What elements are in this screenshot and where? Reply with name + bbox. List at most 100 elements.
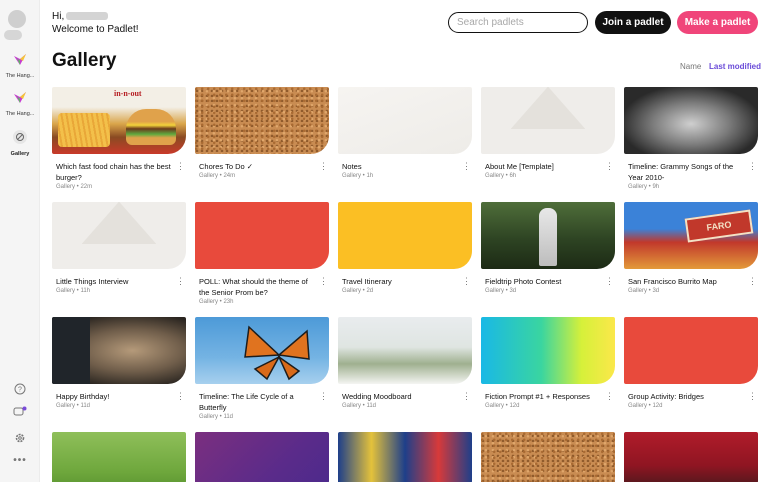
greeting: Hi, Welcome to Padlet! <box>52 10 139 36</box>
svg-text:?: ? <box>18 387 22 394</box>
card-meta: Gallery • 6h <box>485 173 517 179</box>
card-menu-icon[interactable]: ⋮ <box>319 276 328 286</box>
padlet-card[interactable]: FARO San Francisco Burrito Map ⋮ Gallery… <box>624 202 758 294</box>
card-meta: Gallery • 3d <box>628 288 660 294</box>
padlet-card[interactable]: Group Activity: Bridges ⋮ Gallery • 12d <box>624 317 758 409</box>
notifications-button[interactable] <box>0 405 40 423</box>
card-menu-icon[interactable]: ⋮ <box>605 161 614 171</box>
card-title: About Me [Template] <box>485 162 554 171</box>
card-thumbnail: FARO <box>624 202 758 269</box>
sidebar-item-gallery[interactable]: Gallery <box>0 130 40 157</box>
card-meta: Gallery • 11d <box>56 403 91 409</box>
join-padlet-button[interactable]: Join a padlet <box>595 11 671 34</box>
card-thumbnail <box>481 432 615 482</box>
sort-by-last-modified[interactable]: Last modified <box>709 62 761 71</box>
card-thumbnail <box>338 87 472 154</box>
card-menu-icon[interactable]: ⋮ <box>748 276 757 286</box>
statue-image <box>539 208 557 266</box>
sidebar: The Hang... The Hang... Gallery ? ••• <box>0 0 40 482</box>
card-title: Timeline: The Life Cycle of a Butterfly <box>199 392 294 412</box>
card-thumbnail <box>338 317 472 384</box>
card-menu-icon[interactable]: ⋮ <box>462 161 471 171</box>
more-icon: ••• <box>13 455 27 466</box>
card-meta: Gallery • 2d <box>342 288 374 294</box>
card-meta: Gallery • 1h <box>342 173 374 179</box>
card-menu-icon[interactable]: ⋮ <box>462 391 471 401</box>
card-menu-icon[interactable]: ⋮ <box>176 161 185 171</box>
card-thumbnail <box>195 202 329 269</box>
card-menu-icon[interactable]: ⋮ <box>748 391 757 401</box>
padlet-card[interactable]: Travel Itinerary ⋮ Gallery • 2d <box>338 202 472 294</box>
card-title: POLL: What should the theme of the Senio… <box>199 277 308 297</box>
card-menu-icon[interactable]: ⋮ <box>176 391 185 401</box>
card-thumbnail <box>338 202 472 269</box>
card-meta: Gallery • 11d <box>199 414 234 420</box>
card-meta: Gallery • 23h <box>199 299 234 305</box>
card-title: Fiction Prompt #1 + Responses <box>485 392 590 401</box>
sidebar-item-hangout-1[interactable]: The Hang... <box>0 52 40 79</box>
padlet-card[interactable]: Timeline: The Life Cycle of a Butterfly … <box>195 317 329 420</box>
card-title: Which fast food chain has the best burge… <box>56 162 171 182</box>
sort-by-name[interactable]: Name <box>680 62 701 71</box>
sidebar-item-hangout-2[interactable]: The Hang... <box>0 90 40 117</box>
padlet-card[interactable]: POLL: What should the theme of the Senio… <box>195 202 329 305</box>
padlet-card[interactable] <box>52 432 186 482</box>
card-meta: Gallery • 11h <box>56 288 91 294</box>
card-title: Group Activity: Bridges <box>628 392 704 401</box>
card-thumbnail <box>195 317 329 384</box>
settings-button[interactable] <box>0 431 40 449</box>
padlet-bird-icon <box>14 92 26 103</box>
search-input[interactable] <box>448 12 588 33</box>
card-meta: Gallery • 12d <box>485 403 520 409</box>
sidebar-item-label: Gallery <box>10 151 30 157</box>
notifications-icon <box>13 406 27 416</box>
padlet-card[interactable]: Happy Birthday! ⋮ Gallery • 11d <box>52 317 186 409</box>
avatar[interactable] <box>8 10 26 28</box>
card-meta: Gallery • 9h <box>628 184 660 190</box>
card-menu-icon[interactable]: ⋮ <box>176 276 185 286</box>
padlet-card[interactable]: Fieldtrip Photo Contest ⋮ Gallery • 3d <box>481 202 615 294</box>
card-menu-icon[interactable]: ⋮ <box>462 276 471 286</box>
butterfly-image <box>244 325 310 381</box>
card-thumbnail <box>52 432 186 482</box>
card-title: Travel Itinerary <box>342 277 392 286</box>
help-button[interactable]: ? <box>0 382 40 400</box>
card-menu-icon[interactable]: ⋮ <box>319 161 328 171</box>
doorway-image <box>52 317 90 384</box>
card-meta: Gallery • 22m <box>56 184 93 190</box>
padlet-card[interactable] <box>624 432 758 482</box>
card-thumbnail <box>481 202 615 269</box>
card-menu-icon[interactable]: ⋮ <box>605 276 614 286</box>
padlet-card[interactable]: Timeline: Grammy Songs of the Year 2010-… <box>624 87 758 190</box>
card-meta: Gallery • 3d <box>485 288 517 294</box>
more-button[interactable]: ••• <box>0 455 40 466</box>
card-title: Notes <box>342 162 362 171</box>
padlet-card[interactable]: Notes ⋮ Gallery • 1h <box>338 87 472 179</box>
card-menu-icon[interactable]: ⋮ <box>605 391 614 401</box>
card-thumbnail <box>624 87 758 154</box>
sidebar-item-label: The Hang... <box>5 111 35 117</box>
fries-image <box>58 113 110 147</box>
padlet-card[interactable]: Wedding Moodboard ⋮ Gallery • 11d <box>338 317 472 409</box>
card-thumbnail <box>481 317 615 384</box>
sidebar-item-label: The Hang... <box>5 73 35 79</box>
burger-image <box>126 109 176 145</box>
card-menu-icon[interactable]: ⋮ <box>319 391 328 401</box>
padlet-card[interactable]: in-n-out Which fast food chain has the b… <box>52 87 186 190</box>
padlet-card[interactable] <box>338 432 472 482</box>
padlet-card[interactable] <box>195 432 329 482</box>
card-meta: Gallery • 11d <box>342 403 377 409</box>
padlet-card[interactable] <box>481 432 615 482</box>
card-thumbnail <box>624 317 758 384</box>
padlet-card[interactable]: Fiction Prompt #1 + Responses ⋮ Gallery … <box>481 317 615 409</box>
make-padlet-button[interactable]: Make a padlet <box>677 11 758 34</box>
card-title: Timeline: Grammy Songs of the Year 2010- <box>628 162 734 182</box>
card-menu-icon[interactable]: ⋮ <box>748 161 757 171</box>
padlet-card[interactable]: About Me [Template] ⋮ Gallery • 6h <box>481 87 615 179</box>
padlet-card[interactable]: Chores To Do ✓ ⋮ Gallery • 24m <box>195 87 329 179</box>
card-thumbnail <box>338 432 472 482</box>
card-title: Chores To Do ✓ <box>199 162 254 171</box>
card-thumbnail <box>481 87 615 154</box>
page-title: Gallery <box>52 50 117 71</box>
padlet-card[interactable]: Little Things Interview ⋮ Gallery • 11h <box>52 202 186 294</box>
